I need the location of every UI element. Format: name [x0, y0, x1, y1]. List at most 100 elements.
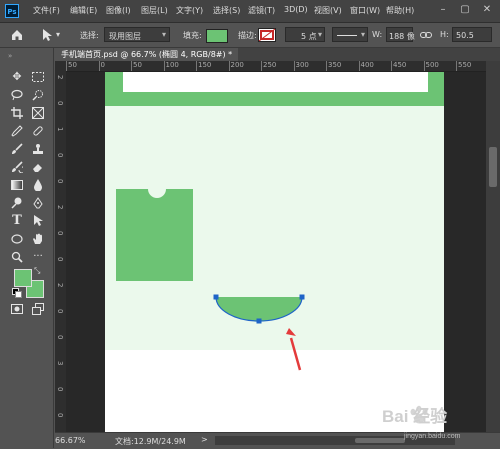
watermark-url: jingyan.baidu.com: [403, 433, 461, 440]
ruler-tick-label: 400: [360, 61, 374, 69]
ruler-tick-label: 50: [68, 61, 77, 69]
horizontal-ruler[interactable]: 50 0 50 100 150 200 250 300 350 400 450 500 550: [66, 61, 486, 72]
document-info: 文档:12.9M/24.9M: [115, 437, 186, 446]
home-icon[interactable]: [10, 28, 24, 42]
document-tab[interactable]: 手机端首页.psd @ 66.7% (椭圆 4, RGB/8#) *: [55, 48, 239, 61]
document-tab-bar: 手机端首页.psd @ 66.7% (椭圆 4, RGB/8#) *: [55, 48, 500, 61]
ruler-tick: [391, 61, 392, 71]
menu-edit[interactable]: 编辑(E): [70, 5, 97, 16]
select-dropdown[interactable]: 现用图层 ▾: [104, 27, 170, 42]
lasso-icon[interactable]: [8, 86, 26, 104]
vertical-scroll-thumb[interactable]: [489, 147, 497, 187]
menu-3d[interactable]: 3D(D): [284, 5, 308, 14]
width-field[interactable]: 188 像: [386, 27, 415, 42]
ruler-tick-label: 150: [198, 61, 212, 69]
ruler-tick-label: 2: [56, 283, 64, 288]
ruler-tick: [196, 61, 197, 71]
menu-select[interactable]: 选择(S): [213, 5, 240, 16]
ruler-tick-label: 100: [165, 61, 179, 69]
history-brush-icon[interactable]: [8, 158, 26, 176]
eraser-icon[interactable]: [29, 158, 47, 176]
spot-heal-icon[interactable]: [29, 122, 47, 140]
crop-icon[interactable]: [8, 104, 26, 122]
stroke-swatch[interactable]: [258, 28, 276, 42]
path-select-tool-icon[interactable]: [40, 28, 54, 42]
ellipse-icon[interactable]: [8, 230, 26, 248]
minimize-icon[interactable]: –: [436, 3, 450, 17]
ruler-tick-label: 3: [56, 361, 64, 366]
collapse-icon[interactable]: »: [8, 52, 12, 60]
ruler-tick: [456, 61, 457, 71]
height-field[interactable]: 50.5: [452, 27, 492, 42]
more-icon[interactable]: ···: [29, 248, 47, 266]
stamp-icon[interactable]: [29, 140, 47, 158]
hand-icon[interactable]: [29, 230, 47, 248]
dodge-icon[interactable]: [8, 194, 26, 212]
ruler-tick: [423, 61, 425, 71]
select-value: 现用图层: [109, 32, 141, 41]
ruler-tick-label: 350: [328, 61, 342, 69]
stroke-size-field[interactable]: 5 点 ▾: [285, 27, 325, 42]
type-icon[interactable]: T: [8, 212, 26, 230]
select-label: 选择:: [80, 31, 99, 40]
menu-file[interactable]: 文件(F): [33, 5, 60, 16]
link-icon[interactable]: [420, 30, 432, 40]
height-label: H:: [440, 30, 449, 39]
close-window-icon[interactable]: ✕: [480, 3, 494, 17]
foreground-color-swatch[interactable]: [14, 269, 32, 287]
ruler-tick: [98, 61, 100, 71]
ruler-tick-label: 0: [56, 309, 64, 314]
ruler-tick-label: 0: [56, 413, 64, 418]
ruler-tick: [358, 61, 360, 71]
pen-icon[interactable]: [29, 194, 47, 212]
vertical-scrollbar[interactable]: [486, 61, 500, 432]
anchor-point-bottom[interactable]: [256, 318, 262, 324]
stroke-label: 描边:: [238, 31, 257, 40]
green-card-shape: [116, 189, 193, 281]
stroke-type-dropdown[interactable]: ▾: [332, 27, 368, 42]
eyedropper-icon[interactable]: [8, 122, 26, 140]
ruler-tick-label: 0: [56, 387, 64, 392]
menu-help[interactable]: 帮助(H): [386, 5, 414, 16]
menu-window[interactable]: 窗口(W): [350, 5, 380, 16]
ruler-tick-label: 0: [56, 257, 64, 262]
zoom-level[interactable]: 66.67%: [55, 436, 86, 445]
move-icon[interactable]: ✥: [8, 68, 26, 86]
quick-mask-icon[interactable]: [8, 300, 26, 318]
ruler-tick: [261, 61, 262, 71]
tool-preset-chevron-icon[interactable]: ▾: [56, 30, 60, 39]
ruler-tick-label: 0: [100, 61, 105, 69]
fill-swatch[interactable]: [206, 29, 228, 43]
gradient-icon[interactable]: [8, 176, 26, 194]
ruler-tick-label: 0: [56, 179, 64, 184]
menu-type[interactable]: 文字(Y): [176, 5, 203, 16]
frame-icon[interactable]: [29, 104, 47, 122]
anchor-point-right[interactable]: [299, 294, 305, 300]
anchor-point-left[interactable]: [213, 294, 219, 300]
brush-icon[interactable]: [8, 140, 26, 158]
menu-image[interactable]: 图像(I): [106, 5, 131, 16]
status-menu-arrow[interactable]: >: [201, 435, 208, 444]
ruler-tick: [326, 61, 327, 71]
quick-select-icon[interactable]: [29, 86, 47, 104]
swap-colors-icon[interactable]: ⤡: [34, 266, 40, 276]
maximize-icon[interactable]: ▢: [458, 3, 472, 17]
ruler-tick-label: 500: [425, 61, 439, 69]
menu-layer[interactable]: 图层(L): [141, 5, 168, 16]
document-canvas[interactable]: [105, 72, 444, 432]
ruler-tick-label: 450: [393, 61, 407, 69]
zoom-icon[interactable]: [8, 248, 26, 266]
white-header-panel: [123, 72, 428, 92]
path-select-icon[interactable]: [29, 212, 47, 230]
blur-icon[interactable]: [29, 176, 47, 194]
baidu-jingyan-watermark: Bai 经验 jingyan.baidu.com: [382, 405, 461, 440]
menu-filter[interactable]: 滤镜(T): [248, 5, 275, 16]
chevron-down-icon: ▾: [317, 30, 322, 39]
screen-mode-icon[interactable]: [29, 300, 47, 318]
ruler-origin[interactable]: [55, 61, 66, 71]
artwork: [105, 72, 444, 371]
default-colors-icon[interactable]: [12, 288, 22, 298]
marquee-icon[interactable]: [29, 68, 47, 86]
chevron-down-icon: ▾: [161, 30, 166, 39]
menu-view[interactable]: 视图(V): [314, 5, 342, 16]
